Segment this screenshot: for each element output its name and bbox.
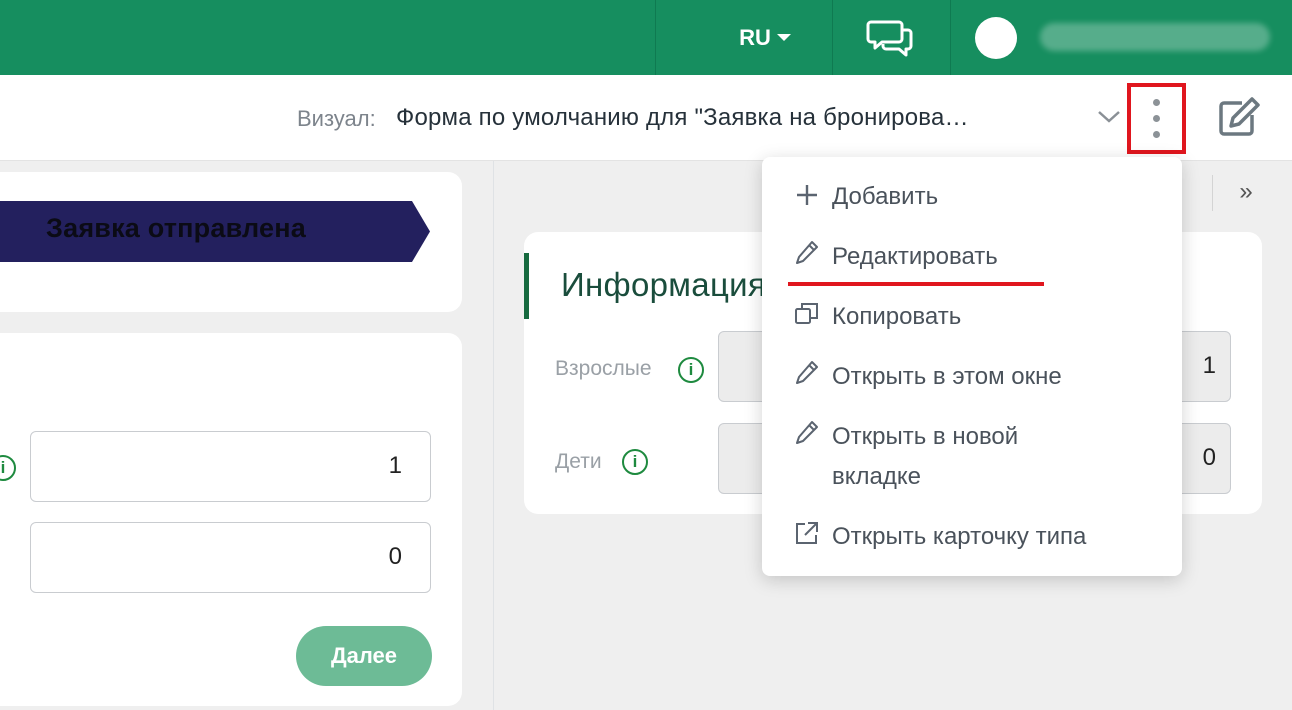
visual-selector-value[interactable]: Форма по умолчанию для "Заявка на бронир…	[396, 104, 969, 132]
menu-item-label-continued: вкладке	[832, 463, 921, 490]
form-header: Визуал: Форма по умолчанию для "Заявка н…	[0, 75, 1292, 161]
info-icon[interactable]	[0, 455, 16, 481]
visual-label: Визуал:	[297, 106, 376, 131]
collapse-panel-icon[interactable]: »	[1232, 175, 1260, 209]
pencil-icon	[796, 421, 818, 444]
card-accent-bar	[524, 253, 529, 319]
info-icon[interactable]	[678, 357, 704, 383]
external-link-icon	[796, 522, 818, 544]
edit-form-button[interactable]	[1216, 95, 1262, 139]
menu-item-open-here[interactable]: Открыть в этом окне	[762, 357, 1182, 397]
topbar-separator	[655, 0, 656, 75]
topbar-separator	[950, 0, 951, 75]
children-label: Дети	[555, 450, 602, 473]
menu-item-label: Открыть в новой	[832, 423, 1019, 450]
chat-button[interactable]	[855, 14, 925, 60]
avatar[interactable]	[975, 17, 1017, 59]
language-selector[interactable]: RU	[700, 0, 830, 75]
menu-item-open-type-card[interactable]: Открыть карточку типа	[762, 517, 1182, 557]
menu-item-label: Открыть карточку типа	[832, 523, 1087, 550]
menu-item-label: Открыть в этом окне	[832, 363, 1062, 390]
menu-item-label: Копировать	[832, 303, 962, 330]
kebab-dot-icon	[1153, 131, 1160, 138]
user-name-blurred[interactable]	[1040, 23, 1270, 51]
menu-item-edit[interactable]: Редактировать	[762, 237, 1182, 277]
pencil-icon	[796, 241, 818, 264]
info-icon[interactable]	[622, 449, 648, 475]
pencil-icon	[796, 361, 818, 384]
chevron-down-icon[interactable]	[1096, 108, 1122, 126]
language-label: RU	[739, 24, 771, 50]
caret-down-icon	[776, 34, 791, 41]
menu-item-add[interactable]: Добавить	[762, 177, 1182, 217]
topbar-separator	[832, 0, 833, 75]
status-stage-label: Заявка отправлена	[46, 213, 306, 243]
adults-input[interactable]: 1	[30, 431, 431, 502]
toolbar-divider	[1212, 175, 1213, 211]
copy-icon	[795, 303, 818, 324]
kebab-dot-icon	[1153, 99, 1160, 106]
highlight-underline	[788, 282, 1044, 286]
chat-icon	[866, 20, 913, 57]
card-title: Информация	[561, 266, 767, 303]
next-button[interactable]: Далее	[296, 626, 432, 686]
plus-icon	[797, 185, 817, 205]
menu-item-copy[interactable]: Копировать	[762, 297, 1182, 337]
adults-label: Взрослые	[555, 357, 652, 380]
more-actions-button[interactable]	[1127, 83, 1186, 154]
edit-icon	[1219, 97, 1260, 136]
menu-item-open-new-tab[interactable]: Открыть в новой вкладке	[762, 417, 1182, 497]
menu-item-label: Добавить	[832, 183, 939, 210]
actions-menu: Добавить Редактировать Копировать Открыт…	[762, 157, 1182, 576]
top-bar: RU	[0, 0, 1292, 75]
kebab-dot-icon	[1153, 115, 1160, 122]
menu-item-label: Редактировать	[832, 243, 998, 270]
column-divider	[493, 161, 494, 710]
children-input[interactable]: 0	[30, 522, 431, 593]
